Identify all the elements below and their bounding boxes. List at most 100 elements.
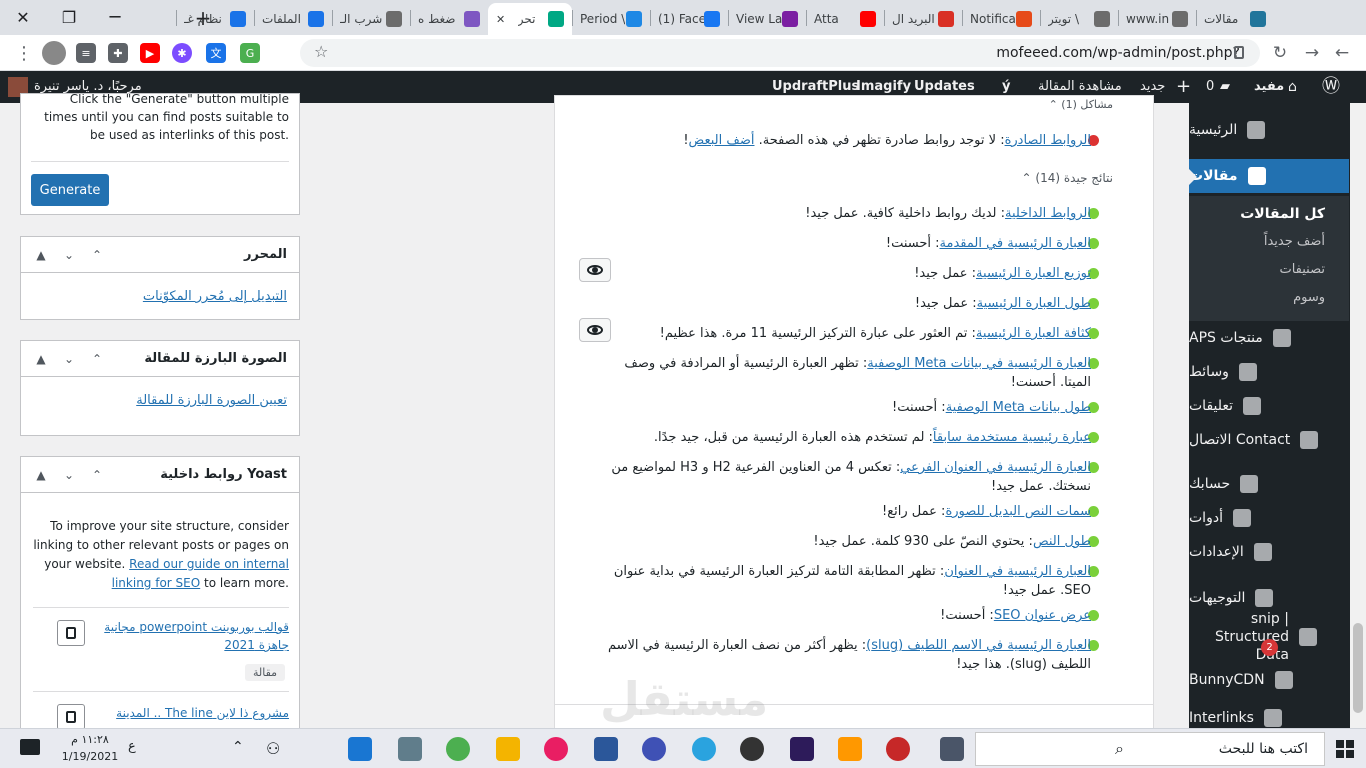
page-scrollbar[interactable] [1350, 103, 1366, 733]
home-icon[interactable]: ⌂ [1288, 71, 1297, 103]
browser-tab[interactable]: Atta [806, 3, 884, 35]
chevron-down-icon[interactable]: ⌄ [59, 245, 79, 265]
browser-tab[interactable]: الملفات [254, 3, 332, 35]
search-icon[interactable]: ⌕ [1115, 739, 1124, 759]
browser-tab[interactable]: شرب الـ [332, 3, 410, 35]
translate-icon[interactable]: 文 [206, 43, 226, 63]
restore-window-icon[interactable]: ❐ [46, 0, 92, 35]
browser-tab[interactable]: ضغط ه [410, 3, 488, 35]
profile-avatar[interactable] [42, 41, 66, 65]
set-featured-image-link[interactable]: تعيين الصورة البارزة للمقالة [136, 393, 287, 408]
browser-tab[interactable]: نظام غـ [176, 3, 254, 35]
move-down-icon[interactable]: ▲ [31, 465, 51, 485]
bookmark-star-icon[interactable]: ☆ [314, 42, 328, 61]
comments-icon[interactable]: ▰ [1220, 71, 1230, 103]
browser-tab[interactable]: البريد ال [884, 3, 962, 35]
submenu-item[interactable]: وسوم [1189, 284, 1349, 312]
menu-item[interactable]: الإعدادات [1189, 535, 1349, 569]
windows-start-icon[interactable] [1336, 740, 1354, 758]
app-window-icon[interactable] [398, 737, 422, 761]
browser-tab[interactable]: تويتر \ [1040, 3, 1118, 35]
assessment-link[interactable]: طول العبارة الرئيسية [977, 296, 1091, 311]
submenu-item[interactable]: تصنيفات [1189, 256, 1349, 284]
chevron-up-icon[interactable]: ⌃ [87, 245, 107, 265]
menu-item[interactable]: وسائط [1189, 355, 1349, 389]
browser-tab[interactable]: Notifica [962, 3, 1040, 35]
good-results-header[interactable]: نتائج جيدة (14) ⌃ [1022, 171, 1113, 185]
reload-icon[interactable]: ↻ [1266, 39, 1294, 67]
menu-item[interactable]: أدوات [1189, 501, 1349, 535]
add-some-link[interactable]: أضف البعض [689, 133, 755, 148]
assessment-link[interactable]: توزيع العبارة الرئيسية [976, 266, 1091, 281]
forward-icon[interactable]: → [1298, 39, 1326, 67]
search-placeholder[interactable]: اكتب هنا للبحث [1219, 741, 1308, 757]
submenu-item[interactable]: كل المقالات [1189, 200, 1349, 228]
file-explorer-icon[interactable] [496, 737, 520, 761]
assessment-link[interactable]: طول بيانات Meta الوصفية [946, 400, 1091, 415]
telegram-icon[interactable] [692, 737, 716, 761]
assessment-link[interactable]: العبارة الرئيسية في بيانات Meta الوصفية [867, 356, 1091, 371]
problems-header[interactable]: مشاكل (1) ⌃ [1049, 98, 1113, 111]
move-down-icon[interactable]: ▲ [31, 349, 51, 369]
word-icon[interactable] [594, 737, 618, 761]
menu-item[interactable]: حسابك [1189, 467, 1349, 501]
keyboard-language[interactable]: ع [128, 739, 136, 754]
extension-flower-icon[interactable]: ✱ [172, 43, 192, 63]
browser-menu-icon[interactable]: ⋮ [10, 39, 38, 67]
menu-item[interactable]: BunnyCDN [1189, 663, 1349, 697]
taskbar-search-box[interactable]: اكتب هنا للبحث ⌕ [975, 732, 1325, 766]
omnibox[interactable]: mofeeed.com/wp-admin/post.php?post=10625… [300, 39, 1260, 89]
generate-button[interactable]: Generate [31, 174, 109, 206]
media-queue-icon[interactable]: ≡ [76, 43, 96, 63]
notifications-icon[interactable] [20, 739, 40, 755]
app-pink-icon[interactable] [544, 737, 568, 761]
browser-tab[interactable]: www.in [1118, 3, 1196, 35]
close-window-icon[interactable]: ✕ [0, 0, 46, 35]
related-post-title[interactable]: مشروع ذا لاين The line .. المدينة [99, 704, 289, 722]
clock[interactable]: ١١:٢٨ م 1/19/2021 [58, 731, 122, 765]
app-sigma-icon[interactable] [642, 737, 666, 761]
related-post-title[interactable]: قوالب بوربوينت powerpoint مجانية جاهزة 2… [99, 618, 289, 654]
browser-tab[interactable]: (1) Face [650, 3, 728, 35]
minimize-window-icon[interactable]: ─ [92, 0, 138, 35]
copy-link-icon[interactable] [57, 704, 85, 730]
plus-icon[interactable]: + [1176, 71, 1191, 103]
task-view-icon[interactable] [940, 737, 964, 761]
assessment-link[interactable]: عرض عنوان SEO [994, 608, 1091, 623]
extensions-puzzle-icon[interactable]: ✚ [108, 43, 128, 63]
submenu-item[interactable]: أضف جديداً [1189, 228, 1349, 256]
photos-icon[interactable] [348, 737, 372, 761]
chevron-up-icon[interactable]: ⌃ [87, 465, 107, 485]
site-name-link[interactable]: مفيد [1254, 71, 1284, 103]
menu-item[interactable]: الرئيسية [1189, 113, 1349, 147]
chevron-down-icon[interactable]: ⌄ [59, 465, 79, 485]
app-fruit-icon[interactable] [838, 737, 862, 761]
assessment-link[interactable]: عبارة رئيسية مستخدمة سابقاً [933, 430, 1091, 445]
grammarly-icon[interactable]: G [240, 43, 260, 63]
app-red-icon[interactable] [886, 737, 910, 761]
menu-item[interactable]: مقالات [1189, 159, 1349, 193]
after-effects-icon[interactable] [790, 737, 814, 761]
menu-item[interactable]: تعليقات [1189, 389, 1349, 423]
menu-item[interactable]: منتجات APS [1189, 321, 1349, 355]
scrollbar-thumb[interactable] [1353, 623, 1363, 713]
assessment-link[interactable]: سمات النص البديل للصورة [945, 504, 1091, 519]
assessment-link[interactable]: كثافة العبارة الرئيسية [976, 326, 1091, 341]
comments-count[interactable]: 0 [1206, 71, 1214, 103]
close-tab-icon[interactable]: ✕ [496, 13, 505, 26]
assessment-link[interactable]: الروابط الداخلية [1005, 206, 1091, 221]
move-down-icon[interactable]: ▲ [31, 245, 51, 265]
chrome-icon[interactable] [446, 737, 470, 761]
highlight-eye-button[interactable] [579, 258, 611, 282]
assessment-link[interactable]: العبارة الرئيسية في الاسم اللطيف (slug) [866, 638, 1091, 653]
highlight-eye-button[interactable] [579, 318, 611, 342]
back-icon[interactable]: ← [1328, 39, 1356, 67]
switch-to-block-editor-link[interactable]: التبديل إلى مُحرر المكوّنات [143, 289, 287, 304]
menu-item[interactable]: Contact الاتصال [1189, 423, 1349, 457]
chevron-up-icon[interactable]: ⌃ [87, 349, 107, 369]
davinci-icon[interactable] [740, 737, 764, 761]
wordpress-logo-icon[interactable]: Ⓦ [1322, 71, 1344, 103]
browser-tab[interactable]: Period \ [572, 3, 650, 35]
copy-link-icon[interactable] [57, 620, 85, 646]
browser-tab-active[interactable]: ✕ تحر [488, 3, 572, 35]
